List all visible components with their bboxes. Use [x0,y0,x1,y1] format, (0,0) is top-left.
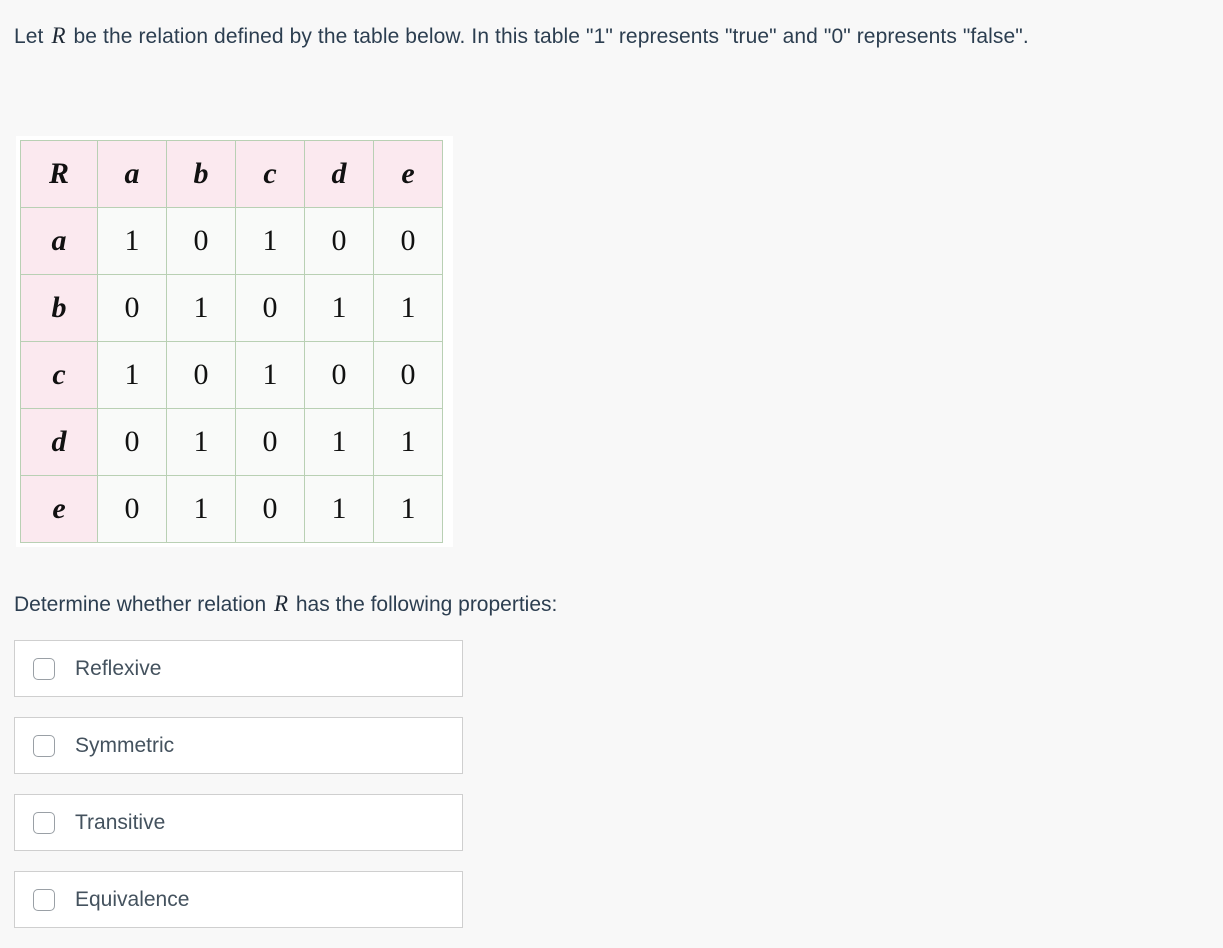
question-text-before: Determine whether relation [14,593,272,616]
table-row-header-b: b [20,274,98,342]
relation-table-container: R a b c d e a 1 0 1 0 0 b 0 1 0 1 1 c 1 … [16,136,453,547]
table-row: e 0 1 0 1 1 [20,475,443,543]
table-cell-b-b: 1 [166,274,236,342]
table-cell-c-a: 1 [97,341,167,409]
question-prompt: Determine whether relation R has the fol… [14,588,557,621]
table-row-header-d: d [20,408,98,476]
table-cell-b-a: 0 [97,274,167,342]
prompt-text-after: be the relation defined by the table bel… [67,25,1029,48]
option-label-transitive: Transitive [75,810,166,834]
table-cell-e-b: 1 [166,475,236,543]
table-col-header-c: c [235,140,305,208]
table-corner-cell: R [20,140,98,208]
table-cell-a-d: 0 [304,207,374,275]
option-label-reflexive: Reflexive [75,656,162,680]
property-options-list: Reflexive Symmetric Transitive Equivalen… [14,640,463,948]
table-row-header-e: e [20,475,98,543]
relation-table: R a b c d e a 1 0 1 0 0 b 0 1 0 1 1 c 1 … [20,140,443,543]
table-col-header-b: b [166,140,236,208]
checkbox-reflexive-icon[interactable] [33,657,55,680]
table-cell-d-b: 1 [166,408,236,476]
table-cell-e-c: 0 [235,475,305,543]
relation-symbol-inline: R [51,23,66,48]
table-col-header-e: e [373,140,443,208]
table-cell-c-c: 1 [235,341,305,409]
option-label-equivalence: Equivalence [75,887,190,911]
table-cell-e-e: 1 [373,475,443,543]
option-reflexive[interactable]: Reflexive [14,640,463,697]
table-cell-c-b: 0 [166,341,236,409]
table-cell-e-a: 0 [97,475,167,543]
relation-table-head: R a b c d e [20,140,443,208]
table-row: a 1 0 1 0 0 [20,207,443,275]
table-row: c 1 0 1 0 0 [20,341,443,409]
problem-page: Let R be the relation defined by the tab… [0,0,1223,947]
table-cell-d-d: 1 [304,408,374,476]
checkbox-transitive-icon[interactable] [33,811,55,834]
table-header-row: R a b c d e [20,140,443,208]
option-transitive[interactable]: Transitive [14,794,463,851]
table-cell-d-a: 0 [97,408,167,476]
table-cell-b-e: 1 [373,274,443,342]
table-cell-e-d: 1 [304,475,374,543]
table-cell-c-d: 0 [304,341,374,409]
table-row: b 0 1 0 1 1 [20,274,443,342]
option-symmetric[interactable]: Symmetric [14,717,463,774]
table-cell-a-e: 0 [373,207,443,275]
checkbox-equivalence-icon[interactable] [33,888,55,911]
problem-statement: Let R be the relation defined by the tab… [14,16,1109,57]
table-cell-b-c: 0 [235,274,305,342]
table-cell-a-a: 1 [97,207,167,275]
option-equivalence[interactable]: Equivalence [14,871,463,928]
table-row: d 0 1 0 1 1 [20,408,443,476]
table-cell-d-e: 1 [373,408,443,476]
checkbox-symmetric-icon[interactable] [33,734,55,757]
table-row-header-c: c [20,341,98,409]
table-cell-a-c: 1 [235,207,305,275]
option-label-symmetric: Symmetric [75,733,175,757]
table-col-header-d: d [304,140,374,208]
relation-symbol-question: R [273,591,289,616]
table-cell-a-b: 0 [166,207,236,275]
question-text-after: has the following properties: [290,593,558,616]
table-cell-c-e: 0 [373,341,443,409]
table-row-header-a: a [20,207,98,275]
prompt-text-before: Let [14,25,50,48]
relation-table-body: a 1 0 1 0 0 b 0 1 0 1 1 c 1 0 1 0 0 d 0 … [20,207,443,543]
table-cell-d-c: 0 [235,408,305,476]
table-cell-b-d: 1 [304,274,374,342]
table-col-header-a: a [97,140,167,208]
